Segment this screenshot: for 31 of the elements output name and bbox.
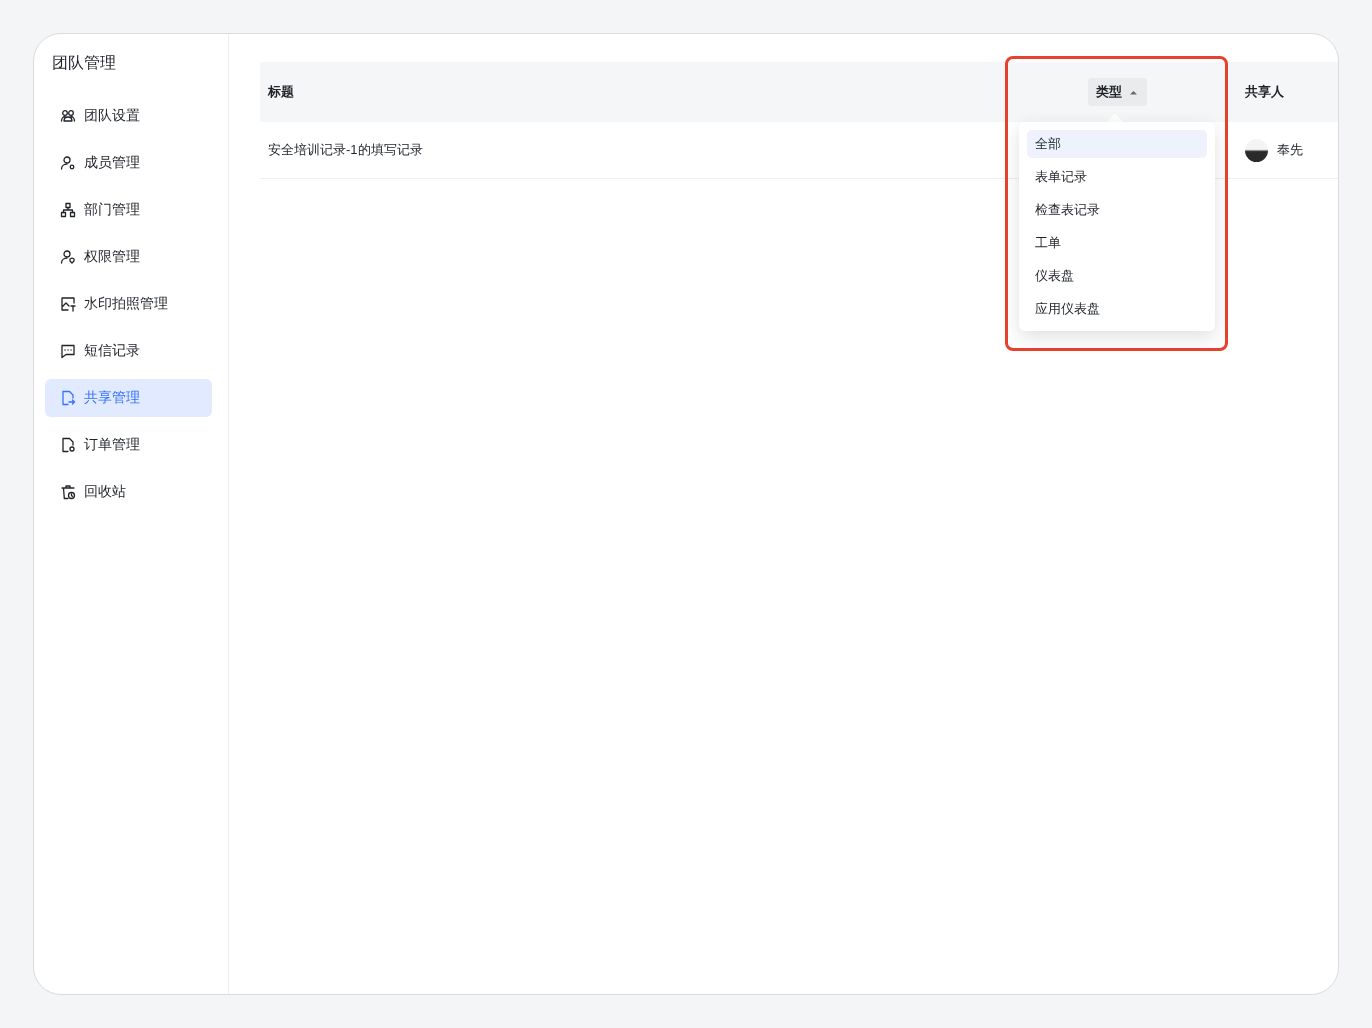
sidebar-item[interactable]: 共享管理: [45, 379, 212, 417]
dropdown-option[interactable]: 全部: [1027, 130, 1207, 158]
sidebar-item-icon: [60, 296, 76, 312]
sidebar-item-icon: [60, 202, 76, 218]
sidebar-item-icon: [60, 343, 76, 359]
sidebar-item[interactable]: 水印拍照管理: [45, 285, 212, 323]
sidebar-item[interactable]: 回收站: [45, 473, 212, 511]
dropdown-option[interactable]: 应用仪表盘: [1027, 295, 1207, 323]
sidebar-item[interactable]: 权限管理: [45, 238, 212, 276]
column-header: 标题: [268, 83, 294, 101]
avatar: [1245, 138, 1268, 162]
dropdown-option[interactable]: 表单记录: [1027, 163, 1207, 191]
dropdown-option[interactable]: 检查表记录: [1027, 196, 1207, 224]
sidebar-item[interactable]: 部门管理: [45, 191, 212, 229]
sidebar-item[interactable]: 团队设置: [45, 97, 212, 135]
sidebar-item-icon: [60, 108, 76, 124]
sidebar-item-icon: [60, 155, 76, 171]
column-header: 共享人: [1245, 83, 1284, 101]
sidebar-item-icon: [60, 249, 76, 265]
sidebar-item-icon: [60, 437, 76, 453]
sidebar-title: 团队管理: [52, 53, 116, 73]
dropdown-option[interactable]: 工单: [1027, 229, 1207, 257]
sharer-name: 奉先: [1277, 141, 1303, 159]
table-cell: 安全培训记录-1的填写记录: [268, 141, 423, 159]
sidebar-item-icon: [60, 390, 76, 406]
sidebar-item[interactable]: 订单管理: [45, 426, 212, 464]
sidebar-item[interactable]: 成员管理: [45, 144, 212, 182]
dropdown-option[interactable]: 仪表盘: [1027, 262, 1207, 290]
sidebar-item-icon: [60, 484, 76, 500]
sidebar-item[interactable]: 短信记录: [45, 332, 212, 370]
column-filter-button[interactable]: 类型: [1088, 78, 1147, 106]
